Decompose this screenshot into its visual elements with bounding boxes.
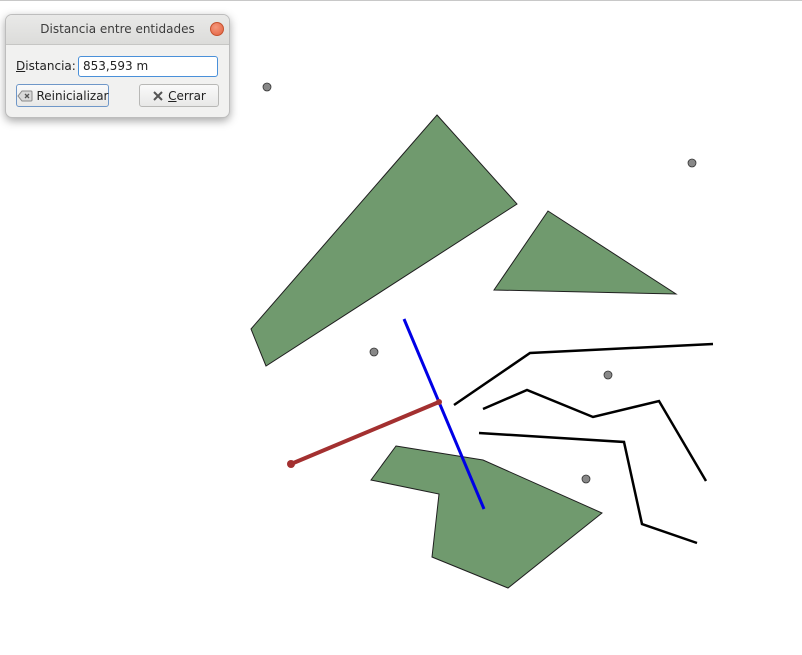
reset-button-label: Reinicializar <box>36 88 109 103</box>
x-icon <box>152 90 164 102</box>
close-button[interactable]: Cerrar <box>139 84 219 107</box>
measure-start-point <box>287 460 295 468</box>
distance-field[interactable]: 853,593 m <box>78 55 218 77</box>
close-circle-icon[interactable] <box>210 22 224 36</box>
point-5[interactable] <box>581 474 591 484</box>
line-upper[interactable] <box>453 342 714 407</box>
point-4[interactable] <box>603 370 613 380</box>
close-button-label: Cerrar <box>168 88 206 103</box>
reset-button[interactable]: Reinicializar <box>16 84 109 107</box>
point-2[interactable] <box>687 158 697 168</box>
distance-dialog: Distancia entre entidades Distancia: 853… <box>5 14 230 118</box>
polygon-triangle-large[interactable] <box>250 114 518 367</box>
distance-label: Distancia: <box>16 59 76 73</box>
point-3[interactable] <box>369 347 379 357</box>
point-1[interactable] <box>262 82 272 92</box>
clear-icon <box>16 90 33 102</box>
dialog-title: Distancia entre entidades <box>40 22 195 36</box>
dialog-titlebar[interactable]: Distancia entre entidades <box>6 15 229 45</box>
polygon-triangle-small[interactable] <box>493 210 678 295</box>
measure-end-point <box>436 399 442 405</box>
polygon-bottom[interactable] <box>370 445 603 589</box>
distance-row: Distancia: 853,593 m <box>16 55 218 77</box>
